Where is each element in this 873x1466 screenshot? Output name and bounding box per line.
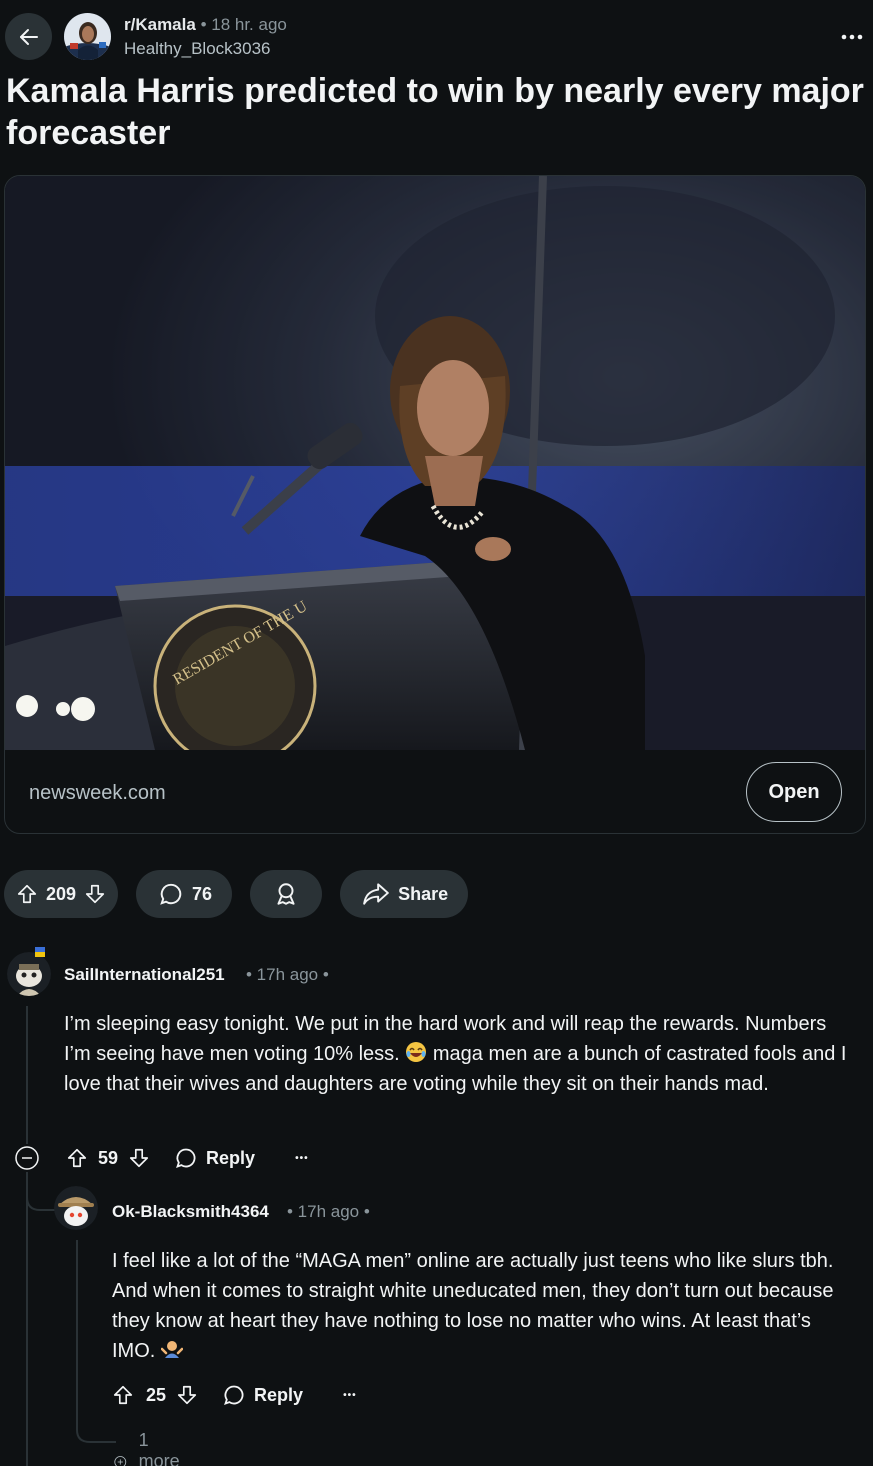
flag-icon [35,947,45,957]
more-replies-curve [76,1418,116,1443]
laughing-face-icon [406,1042,427,1062]
comment-more-button[interactable]: ••• [343,1390,357,1401]
downvote-icon[interactable] [128,1147,150,1169]
award-icon [273,881,299,907]
comments-button[interactable]: 76 [136,870,233,918]
comment-actions: 25 Reply ••• [112,1380,357,1410]
comment-vote-count: 59 [98,1147,119,1168]
comment-text-part1: I feel like a lot of the “MAGA men” onli… [112,1250,834,1362]
reply-label: Reply [206,1147,256,1168]
comment-vote-count: 25 [146,1384,167,1405]
post-header: r/Kamala • 18 hr. ago Healthy_Block3036 [0,0,873,70]
more-options-button[interactable] [839,24,865,50]
avatar[interactable] [7,952,51,996]
comment-body: I feel like a lot of the “MAGA men” onli… [112,1246,852,1366]
comment-author[interactable]: Ok-Blacksmith4364 [112,1202,269,1222]
plus-circle-icon [114,1455,127,1466]
link-domain: newsweek.com [29,782,166,804]
more-replies-link[interactable]: 1 more reply [114,1430,191,1466]
upvote-icon[interactable] [66,1147,88,1169]
post-actions: 209 76 Share [4,870,469,918]
award-button[interactable] [250,870,323,918]
thread-curve [26,1172,58,1211]
share-label: Share [398,883,449,904]
avatar[interactable] [54,1186,98,1230]
collapse-thread-icon[interactable] [14,1145,40,1171]
comment-age: • 17h ago • [287,1202,370,1221]
upvote-icon[interactable] [112,1384,134,1406]
vote-control: 209 [4,870,119,918]
more-horizontal-icon [841,34,863,40]
comment-body: I’m sleeping easy tonight. We put in the… [64,1009,854,1099]
thread-line-reply[interactable] [76,1240,78,1420]
subreddit-name[interactable]: r/Kamala [124,15,196,34]
open-link-button[interactable]: Open [746,762,842,822]
reply-button[interactable]: Reply [174,1146,255,1170]
share-button[interactable]: Share [340,870,469,918]
share-icon [362,882,390,906]
comment-actions: 59 Reply ••• [14,1143,309,1173]
comment-more-button[interactable]: ••• [295,1153,309,1164]
post-vote-count: 209 [46,883,77,904]
subreddit-avatar[interactable] [64,13,111,60]
post-meta: r/Kamala • 18 hr. ago [124,15,287,35]
post-author[interactable]: Healthy_Block3036 [124,39,270,59]
comment-icon [158,881,184,907]
comment-count: 76 [192,883,213,904]
post-title: Kamala Harris predicted to win by nearly… [6,72,864,152]
comment-icon [224,1385,244,1405]
shrug-icon [160,1341,183,1358]
downvote-icon[interactable] [176,1384,198,1406]
downvote-icon[interactable] [84,883,106,905]
thread-line-main[interactable] [26,1006,28,1144]
upvote-icon[interactable] [16,883,38,905]
link-preview-card[interactable]: RESIDENT OF THE U newsweek.com Open [4,175,866,834]
post-age: 18 hr. ago [211,15,287,34]
reply-button[interactable]: Reply [222,1383,303,1407]
back-button[interactable] [5,13,52,60]
link-thumbnail[interactable]: RESIDENT OF THE U [5,176,865,768]
meta-separator: • [200,15,207,34]
more-replies-label: 1 more reply [138,1430,180,1466]
arrow-left-icon [19,28,38,45]
comment-author[interactable]: SailInternational251 [64,965,225,985]
comment-age: • 17h ago • [246,965,329,984]
comment-icon [176,1148,196,1168]
reply-label: Reply [254,1384,304,1405]
